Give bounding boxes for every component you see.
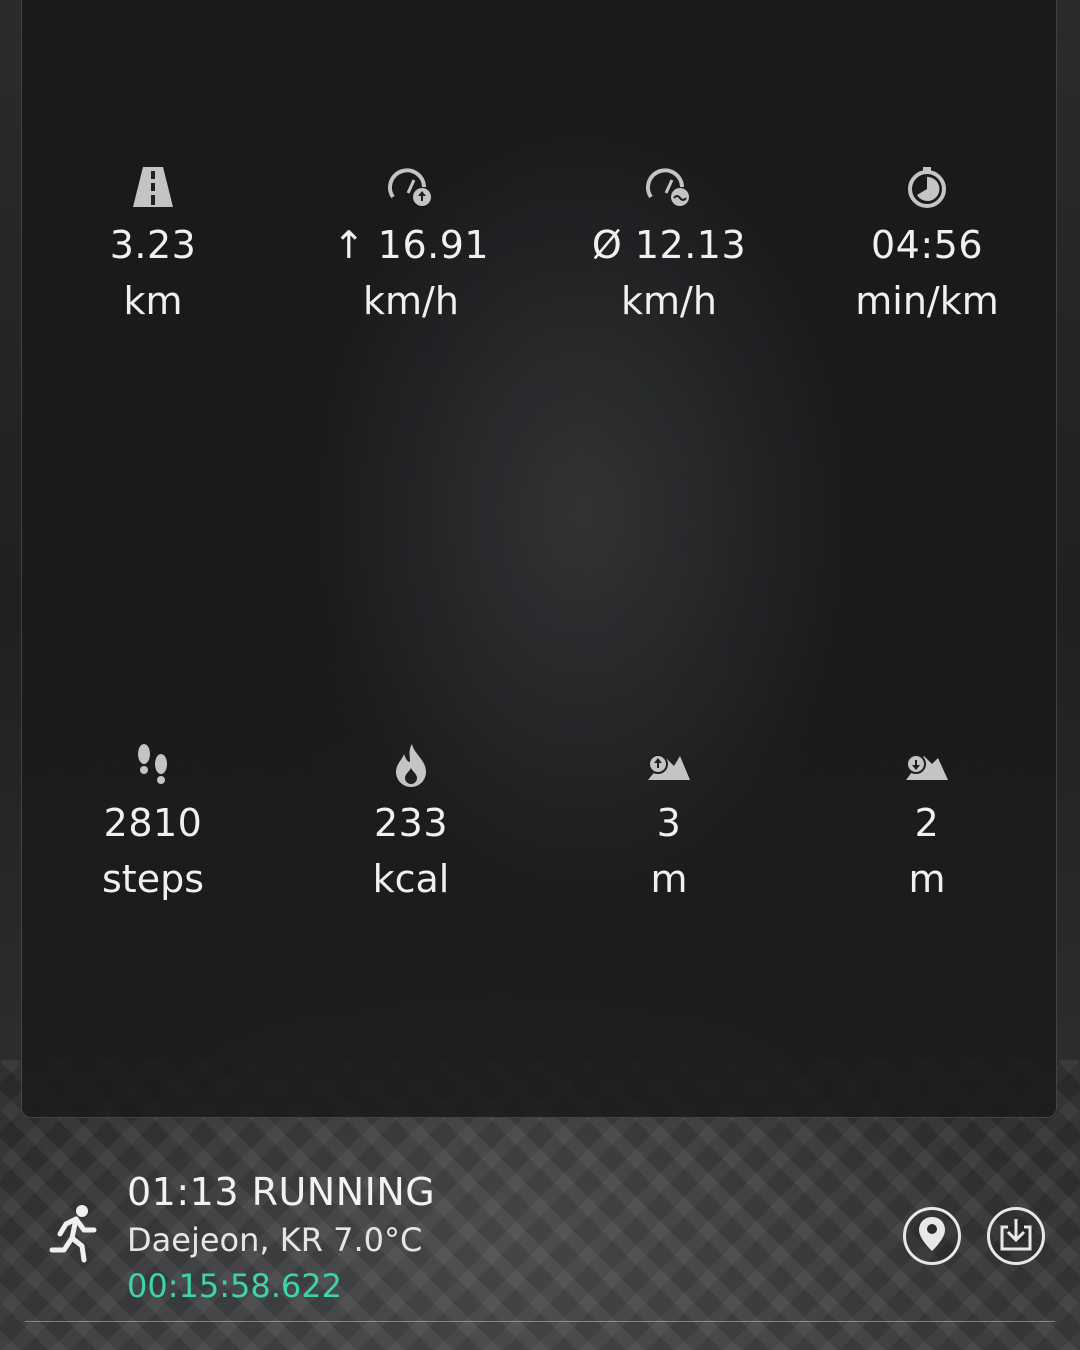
elevation-up-icon <box>646 741 692 789</box>
location-pin-icon <box>918 1216 946 1256</box>
activity-duration: 00:15:58.622 <box>127 1267 342 1305</box>
stat-avg-speed: Ø 12.13 km/h <box>549 163 789 329</box>
pace-timer-icon <box>905 163 949 211</box>
stat-max-speed: ↑ 16.91 km/h <box>291 163 531 329</box>
stat-pace: 04:56 min/km <box>807 163 1047 329</box>
avg-speed-icon <box>646 163 692 211</box>
calories-value: 233 <box>373 801 449 845</box>
activity-location-weather: Daejeon, KR 7.0°C <box>127 1221 423 1259</box>
flame-icon <box>392 741 430 789</box>
max-speed-icon <box>388 163 434 211</box>
pace-unit: min/km <box>855 279 999 323</box>
running-person-icon <box>48 1204 100 1268</box>
footsteps-icon <box>133 741 173 789</box>
distance-unit: km <box>123 279 183 323</box>
stats-panel: 3.23 km ↑ 16.91 km/h Ø 12.13 km/h 04:56 … <box>21 0 1057 1118</box>
steps-value: 2810 <box>103 801 203 845</box>
max-speed-unit: km/h <box>363 279 459 323</box>
elevation-down-icon <box>904 741 950 789</box>
stat-calories: 233 kcal <box>291 741 531 907</box>
elevation-up-value: 3 <box>656 801 682 845</box>
pace-value: 04:56 <box>870 223 983 267</box>
stat-elevation-up: 3 m <box>549 741 789 907</box>
max-speed-value: ↑ 16.91 <box>332 223 490 267</box>
activity-info: 01:13 RUNNING Daejeon, KR 7.0°C 00:15:58… <box>127 1168 435 1308</box>
download-button[interactable] <box>987 1207 1045 1265</box>
avg-speed-unit: km/h <box>621 279 717 323</box>
stat-steps: 2810 steps <box>33 741 273 907</box>
elevation-up-unit: m <box>650 857 688 901</box>
stat-elevation-down: 2 m <box>807 741 1047 907</box>
map-location-button[interactable] <box>903 1207 961 1265</box>
footer-divider <box>25 1321 1055 1322</box>
stat-distance: 3.23 km <box>33 163 273 329</box>
steps-unit: steps <box>102 857 204 901</box>
avg-speed-value: Ø 12.13 <box>591 223 747 267</box>
calories-unit: kcal <box>372 857 450 901</box>
download-icon <box>998 1217 1034 1255</box>
distance-value: 3.23 <box>109 223 197 267</box>
elevation-down-unit: m <box>908 857 946 901</box>
road-icon <box>131 163 175 211</box>
activity-title: 01:13 RUNNING <box>127 1170 436 1214</box>
elevation-down-value: 2 <box>914 801 940 845</box>
